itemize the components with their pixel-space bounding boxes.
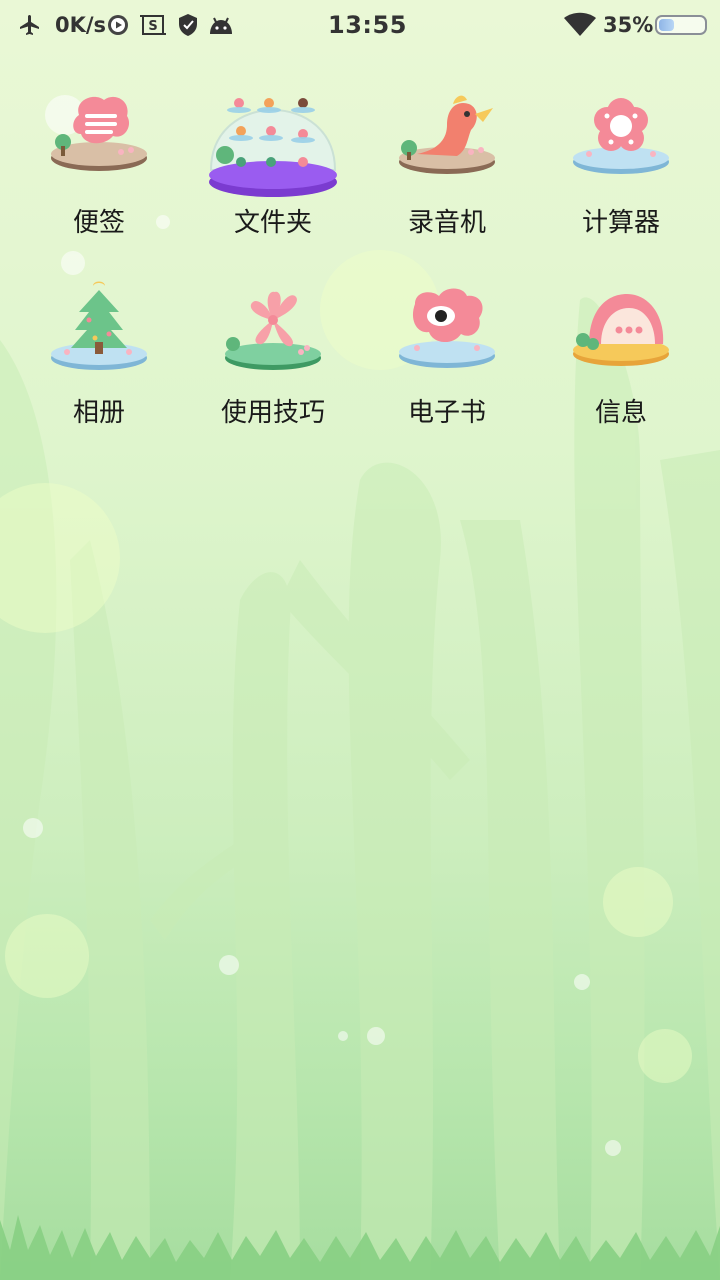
folder-icon xyxy=(207,70,339,200)
tips-icon xyxy=(223,260,323,370)
ebook-icon xyxy=(397,260,497,370)
svg-text:S: S xyxy=(148,19,157,34)
messages-icon xyxy=(571,260,671,370)
app-label: 计算器 xyxy=(581,208,660,238)
battery-icon xyxy=(655,0,707,50)
app-recorder[interactable]: 录音机 xyxy=(360,70,534,250)
battery-percent: 35% xyxy=(603,13,654,37)
notes-icon xyxy=(49,70,149,180)
wifi-icon xyxy=(563,0,597,50)
network-speed: 0K/s xyxy=(55,13,107,37)
gallery-icon xyxy=(49,260,149,370)
shield-icon xyxy=(177,0,199,50)
calculator-icon xyxy=(571,70,671,180)
clock: 13:55 xyxy=(328,11,407,39)
app-label: 相册 xyxy=(72,398,125,428)
app-label: 电子书 xyxy=(407,398,486,428)
media-play-icon xyxy=(107,0,129,50)
screenshot-icon: S xyxy=(140,0,166,50)
app-tips[interactable]: 使用技巧 xyxy=(186,260,360,440)
app-gallery[interactable]: 相册 xyxy=(12,260,186,440)
app-label: 信息 xyxy=(594,398,647,428)
airplane-icon xyxy=(18,0,42,50)
status-bar: 0K/s S 13:55 35% xyxy=(0,0,720,50)
app-label: 录音机 xyxy=(407,208,486,238)
app-label: 文件夹 xyxy=(233,208,312,238)
app-messages[interactable]: 信息 xyxy=(534,260,708,440)
app-ebook[interactable]: 电子书 xyxy=(360,260,534,440)
android-icon xyxy=(208,0,234,50)
battery-level xyxy=(659,19,674,31)
app-folder[interactable]: 文件夹 xyxy=(186,70,360,250)
app-label: 便签 xyxy=(72,208,125,238)
recorder-icon xyxy=(397,70,497,180)
app-notes[interactable]: 便签 xyxy=(12,70,186,250)
app-label: 使用技巧 xyxy=(220,398,325,428)
app-calculator[interactable]: 计算器 xyxy=(534,70,708,250)
